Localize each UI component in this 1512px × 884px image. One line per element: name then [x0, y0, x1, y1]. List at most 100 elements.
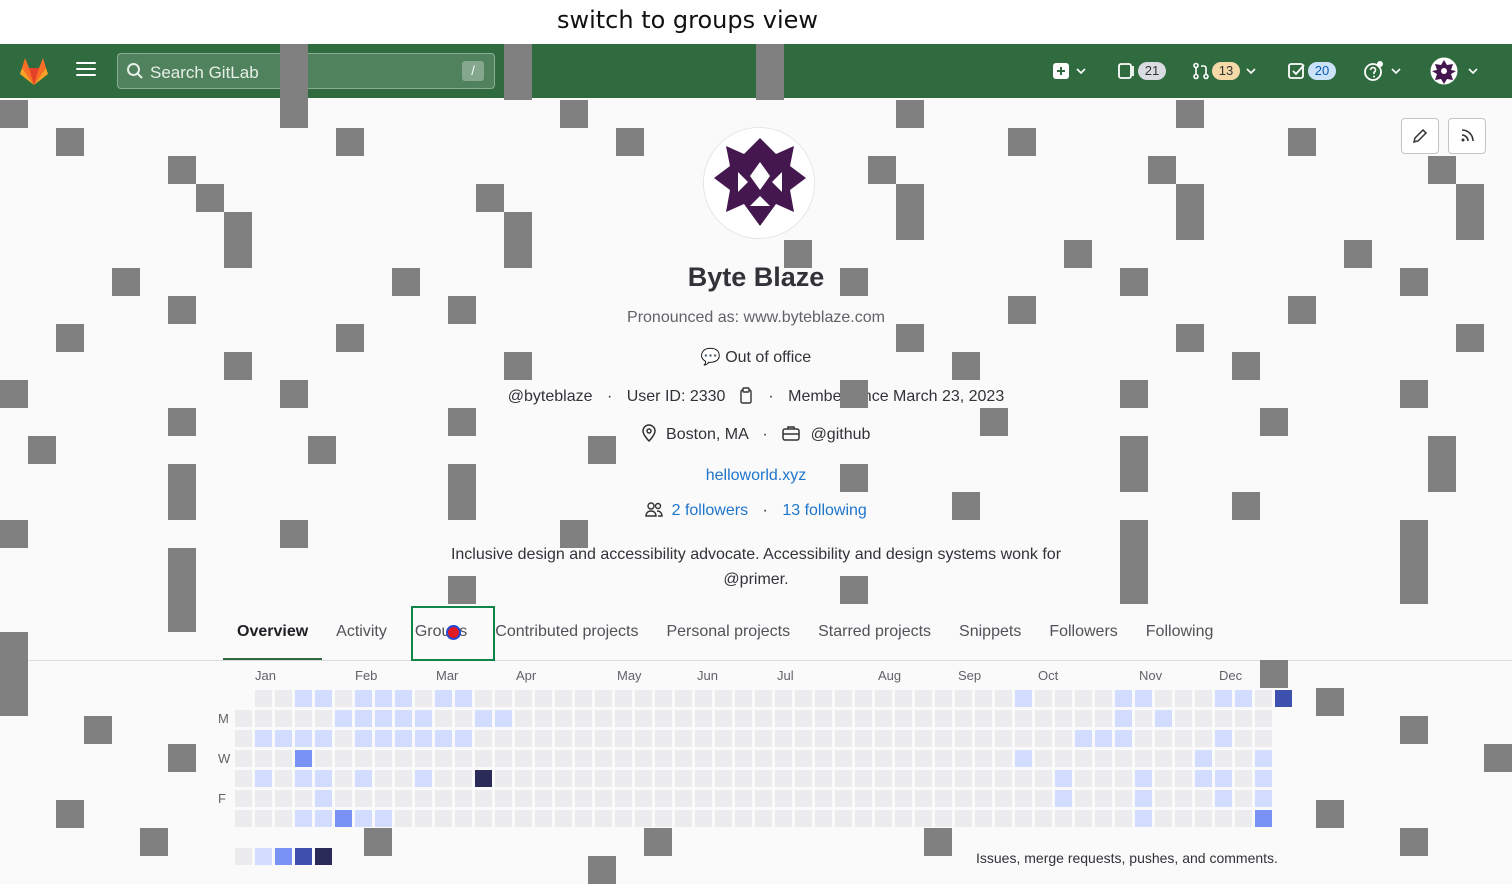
- calendar-day-cell[interactable]: [295, 810, 312, 827]
- calendar-day-cell[interactable]: [935, 750, 952, 767]
- calendar-day-cell[interactable]: [355, 750, 372, 767]
- calendar-day-cell[interactable]: [335, 750, 352, 767]
- calendar-day-cell[interactable]: [975, 770, 992, 787]
- calendar-day-cell[interactable]: [895, 750, 912, 767]
- calendar-day-cell[interactable]: [255, 810, 272, 827]
- calendar-day-cell[interactable]: [1095, 710, 1112, 727]
- calendar-day-cell[interactable]: [435, 790, 452, 807]
- calendar-day-cell[interactable]: [1115, 810, 1132, 827]
- calendar-day-cell[interactable]: [455, 770, 472, 787]
- calendar-day-cell[interactable]: [1095, 810, 1112, 827]
- calendar-day-cell[interactable]: [275, 730, 292, 747]
- calendar-day-cell[interactable]: [735, 750, 752, 767]
- calendar-day-cell[interactable]: [695, 750, 712, 767]
- calendar-day-cell[interactable]: [275, 810, 292, 827]
- calendar-day-cell[interactable]: [1135, 730, 1152, 747]
- calendar-day-cell[interactable]: [975, 730, 992, 747]
- calendar-day-cell[interactable]: [655, 810, 672, 827]
- tab-followers[interactable]: Followers: [1035, 604, 1131, 660]
- calendar-day-cell[interactable]: [1135, 710, 1152, 727]
- calendar-day-cell[interactable]: [1195, 710, 1212, 727]
- calendar-day-cell[interactable]: [975, 690, 992, 707]
- calendar-day-cell[interactable]: [735, 810, 752, 827]
- calendar-day-cell[interactable]: [335, 710, 352, 727]
- calendar-day-cell[interactable]: [1195, 810, 1212, 827]
- calendar-day-cell[interactable]: [915, 690, 932, 707]
- calendar-day-cell[interactable]: [975, 810, 992, 827]
- calendar-day-cell[interactable]: [1035, 790, 1052, 807]
- calendar-day-cell[interactable]: [735, 690, 752, 707]
- calendar-day-cell[interactable]: [1175, 810, 1192, 827]
- calendar-day-cell[interactable]: [755, 690, 772, 707]
- calendar-day-cell[interactable]: [575, 710, 592, 727]
- calendar-day-cell[interactable]: [475, 810, 492, 827]
- calendar-day-cell[interactable]: [415, 810, 432, 827]
- calendar-day-cell[interactable]: [1195, 690, 1212, 707]
- calendar-day-cell[interactable]: [1235, 690, 1252, 707]
- calendar-day-cell[interactable]: [255, 750, 272, 767]
- calendar-day-cell[interactable]: [775, 810, 792, 827]
- calendar-day-cell[interactable]: [295, 730, 312, 747]
- calendar-day-cell[interactable]: [415, 710, 432, 727]
- calendar-day-cell[interactable]: [1195, 770, 1212, 787]
- calendar-day-cell[interactable]: [1015, 790, 1032, 807]
- calendar-day-cell[interactable]: [575, 810, 592, 827]
- calendar-day-cell[interactable]: [575, 690, 592, 707]
- calendar-day-cell[interactable]: [1075, 690, 1092, 707]
- calendar-day-cell[interactable]: [415, 730, 432, 747]
- calendar-day-cell[interactable]: [995, 750, 1012, 767]
- calendar-day-cell[interactable]: [615, 810, 632, 827]
- calendar-day-cell[interactable]: [1215, 690, 1232, 707]
- calendar-day-cell[interactable]: [695, 730, 712, 747]
- calendar-day-cell[interactable]: [315, 770, 332, 787]
- calendar-day-cell[interactable]: [915, 810, 932, 827]
- calendar-day-cell[interactable]: [1255, 750, 1272, 767]
- calendar-day-cell[interactable]: [855, 710, 872, 727]
- calendar-day-cell[interactable]: [435, 750, 452, 767]
- calendar-day-cell[interactable]: [695, 690, 712, 707]
- website-link[interactable]: helloworld.xyz: [0, 467, 1512, 485]
- calendar-day-cell[interactable]: [655, 710, 672, 727]
- calendar-day-cell[interactable]: [795, 790, 812, 807]
- calendar-day-cell[interactable]: [715, 810, 732, 827]
- calendar-day-cell[interactable]: [375, 710, 392, 727]
- calendar-day-cell[interactable]: [835, 770, 852, 787]
- calendar-day-cell[interactable]: [1095, 790, 1112, 807]
- merge-requests-button[interactable]: 13: [1192, 44, 1256, 98]
- calendar-day-cell[interactable]: [655, 770, 672, 787]
- rss-feed-button[interactable]: [1448, 118, 1486, 154]
- calendar-day-cell[interactable]: [1055, 690, 1072, 707]
- calendar-day-cell[interactable]: [475, 710, 492, 727]
- calendar-day-cell[interactable]: [995, 690, 1012, 707]
- calendar-day-cell[interactable]: [275, 750, 292, 767]
- tab-starred-projects[interactable]: Starred projects: [804, 604, 945, 660]
- calendar-day-cell[interactable]: [995, 810, 1012, 827]
- calendar-day-cell[interactable]: [495, 750, 512, 767]
- calendar-day-cell[interactable]: [655, 790, 672, 807]
- calendar-day-cell[interactable]: [555, 730, 572, 747]
- tab-contributed-projects[interactable]: Contributed projects: [481, 604, 652, 660]
- calendar-day-cell[interactable]: [795, 730, 812, 747]
- calendar-day-cell[interactable]: [455, 810, 472, 827]
- calendar-day-cell[interactable]: [235, 730, 252, 747]
- calendar-day-cell[interactable]: [1115, 770, 1132, 787]
- calendar-day-cell[interactable]: [855, 690, 872, 707]
- calendar-day-cell[interactable]: [995, 730, 1012, 747]
- calendar-day-cell[interactable]: [1215, 770, 1232, 787]
- calendar-day-cell[interactable]: [435, 690, 452, 707]
- calendar-day-cell[interactable]: [235, 770, 252, 787]
- calendar-day-cell[interactable]: [515, 750, 532, 767]
- calendar-day-cell[interactable]: [475, 750, 492, 767]
- calendar-day-cell[interactable]: [395, 710, 412, 727]
- calendar-day-cell[interactable]: [235, 810, 252, 827]
- calendar-day-cell[interactable]: [975, 750, 992, 767]
- calendar-day-cell[interactable]: [1255, 690, 1272, 707]
- calendar-day-cell[interactable]: [455, 750, 472, 767]
- calendar-day-cell[interactable]: [395, 810, 412, 827]
- calendar-day-cell[interactable]: [895, 770, 912, 787]
- calendar-day-cell[interactable]: [795, 770, 812, 787]
- calendar-day-cell[interactable]: [955, 730, 972, 747]
- calendar-day-cell[interactable]: [955, 710, 972, 727]
- calendar-day-cell[interactable]: [1175, 770, 1192, 787]
- calendar-day-cell[interactable]: [1115, 690, 1132, 707]
